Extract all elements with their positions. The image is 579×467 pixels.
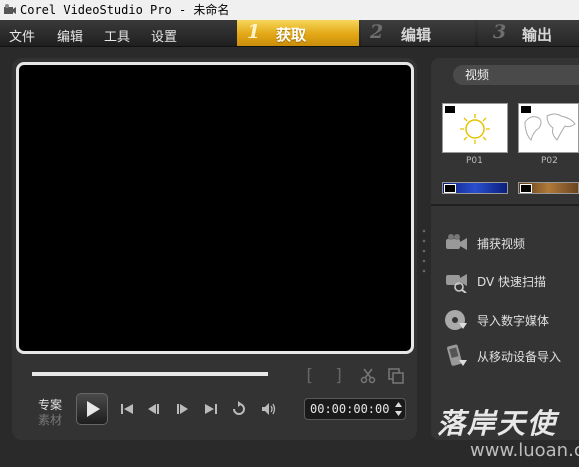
menu-tools[interactable]: 工具 — [104, 26, 130, 45]
menu-bar: 文件 编辑 工具 设置 1 获取 2 编辑 3 输出 — [0, 20, 579, 47]
library-category-dropdown[interactable]: 视频 — [453, 65, 579, 85]
watermark-logo-text: 落岸天使 — [437, 407, 558, 440]
video-clip-icon — [444, 105, 456, 114]
import-digital-media-option[interactable]: 导入数字媒体 — [443, 306, 549, 334]
repeat-icon[interactable] — [231, 401, 247, 417]
disc-import-icon — [445, 310, 467, 330]
preview-window — [16, 62, 414, 354]
library-thumbnail[interactable] — [518, 182, 579, 194]
app-icon — [4, 4, 16, 14]
video-camera-icon — [446, 234, 467, 250]
tab-capture[interactable]: 1 获取 — [237, 20, 359, 46]
capture-option-label: 导入数字媒体 — [477, 313, 550, 328]
step-number: 2 — [370, 21, 384, 43]
mobile-import-icon — [447, 344, 467, 366]
mark-out-button[interactable]: ] — [334, 366, 344, 386]
panel-divider — [431, 204, 579, 206]
window-title: Corel VideoStudio Pro - 未命名 — [20, 3, 230, 17]
window-title-bar: Corel VideoStudio Pro - 未命名 — [0, 0, 579, 20]
video-clip-icon — [520, 105, 532, 114]
play-button[interactable] — [76, 393, 108, 425]
previous-frame-icon[interactable] — [146, 401, 162, 417]
capture-option-label: 从移动设备导入 — [477, 349, 562, 364]
library-panel: 视频 P01 P02 捕获视频 DV 快速扫描 导入数字媒体 从移动设备导入 — [431, 58, 579, 440]
menu-file[interactable]: 文件 — [9, 26, 35, 45]
player-panel: [ ] 专案 素材 00:00:00:00 — [12, 58, 417, 440]
step-number: 1 — [247, 21, 261, 43]
library-thumbnail[interactable] — [442, 103, 508, 153]
menu-settings[interactable]: 设置 — [151, 26, 177, 45]
thumbnail-caption: P02 — [541, 156, 558, 166]
video-clip-icon — [520, 184, 532, 193]
video-clip-icon — [444, 184, 456, 193]
mark-in-button[interactable]: [ — [304, 366, 314, 386]
step-label: 获取 — [276, 26, 307, 44]
library-category-label: 视频 — [465, 68, 490, 82]
go-to-start-icon[interactable] — [119, 401, 135, 417]
step-label: 输出 — [522, 26, 553, 44]
tab-edit[interactable]: 2 编辑 — [361, 20, 475, 46]
capture-option-label: DV 快速扫描 — [477, 274, 547, 289]
scrubber-bar[interactable] — [32, 372, 268, 376]
go-to-end-icon[interactable] — [203, 401, 219, 417]
watermark-url: www.luoan.cn — [470, 440, 579, 461]
dv-scan-icon — [446, 274, 467, 293]
library-thumbnail[interactable] — [518, 103, 579, 153]
timecode-field[interactable]: 00:00:00:00 — [304, 398, 406, 420]
step-label: 编辑 — [401, 26, 432, 44]
library-thumbnail[interactable] — [442, 182, 508, 194]
play-icon — [87, 401, 100, 417]
thumbnail-caption: P01 — [466, 156, 483, 166]
panel-resize-grip-icon[interactable] — [422, 226, 426, 276]
enlarge-icon[interactable] — [388, 368, 404, 384]
timecode-spinner-icon[interactable] — [394, 401, 403, 417]
capture-video-option[interactable]: 捕获视频 — [443, 229, 525, 257]
clip-mode-toggle[interactable]: 素材 — [38, 411, 62, 428]
next-frame-icon[interactable] — [174, 401, 190, 417]
timecode-value: 00:00:00:00 — [310, 402, 390, 416]
import-from-mobile-option[interactable]: 从移动设备导入 — [443, 342, 561, 370]
volume-icon[interactable] — [260, 401, 278, 417]
menu-edit[interactable]: 编辑 — [57, 26, 83, 45]
capture-option-label: 捕获视频 — [477, 236, 526, 251]
dv-quick-scan-option[interactable]: DV 快速扫描 — [443, 267, 546, 295]
tab-share[interactable]: 3 输出 — [478, 20, 579, 46]
step-number: 3 — [493, 21, 507, 43]
scissors-icon[interactable] — [360, 368, 376, 384]
